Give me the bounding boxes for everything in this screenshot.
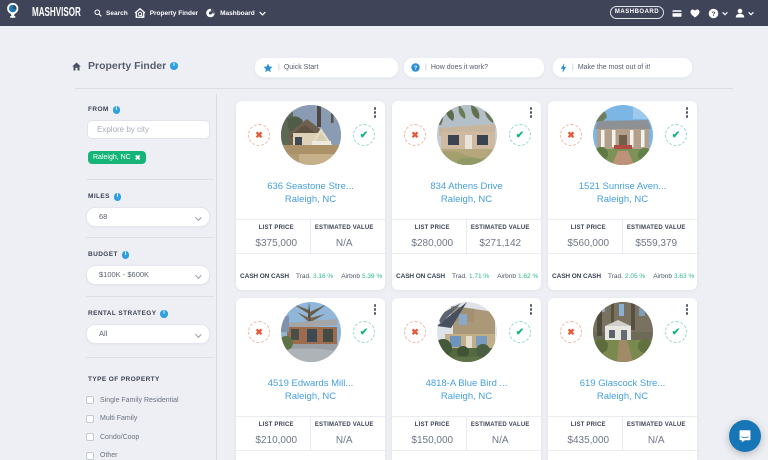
svg-text:?: ? <box>712 10 716 17</box>
svg-text:?: ? <box>414 66 418 72</box>
